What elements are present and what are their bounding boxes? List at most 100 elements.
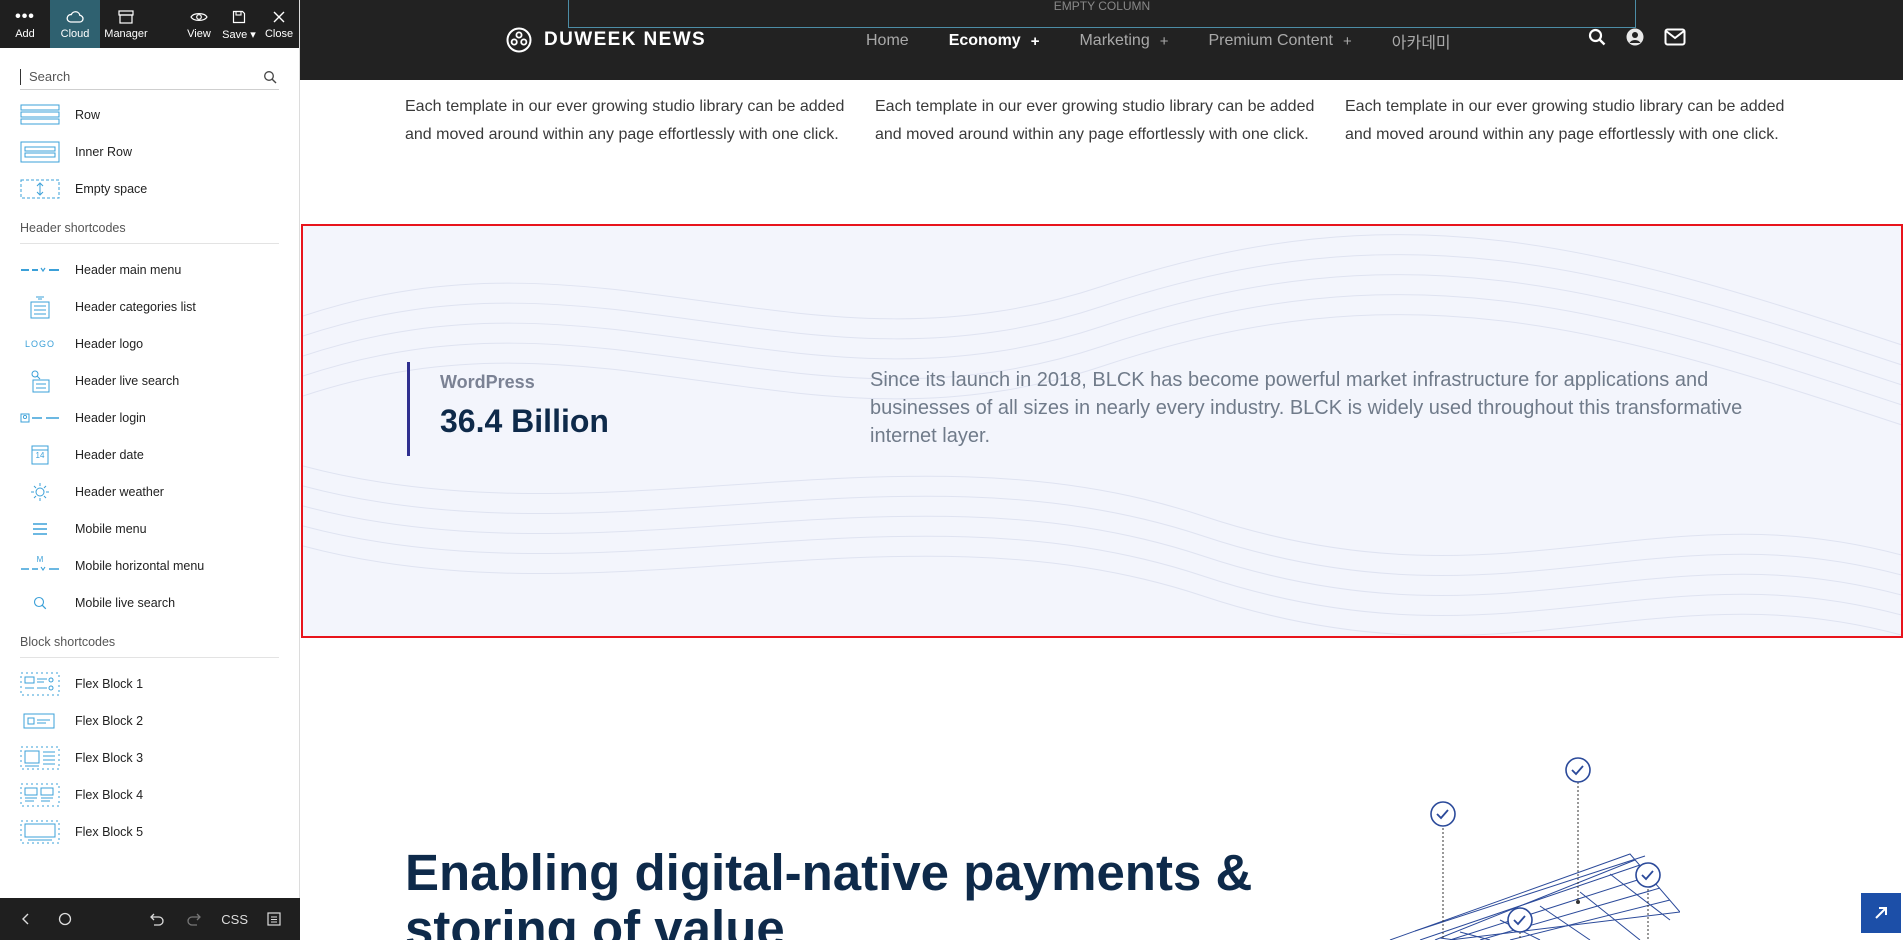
element-header-login[interactable]: Header login [20, 399, 279, 436]
element-header-main-menu[interactable]: Header main menu [20, 251, 279, 288]
column-text: Each template in our ever growing studio… [405, 98, 845, 143]
flex-block-icon [20, 782, 60, 808]
flex-block-icon [20, 745, 60, 771]
element-label: Empty space [75, 181, 148, 196]
mobile-menu-icon [20, 516, 60, 542]
header-weather-icon [20, 479, 60, 505]
nav-item-premium-content[interactable]: Premium Content + [1208, 32, 1351, 50]
flex-block-icon [20, 671, 60, 697]
plus-icon: + [1030, 32, 1040, 50]
close-button[interactable]: Close [259, 0, 299, 48]
element-label: Flex Block 4 [75, 787, 144, 802]
back-to-top-button[interactable] [1861, 893, 1901, 933]
view-button[interactable]: View [179, 0, 219, 48]
search-icon[interactable] [1588, 28, 1606, 46]
manager-icon [117, 8, 135, 26]
back-icon[interactable] [12, 905, 40, 933]
empty-space-icon [20, 176, 60, 202]
stat-label: WordPress [440, 372, 535, 392]
main-nav: Home Economy + Marketing + Premium Content… [866, 29, 1451, 53]
screen: ••• Add Cloud Manager View Save ▾ Close … [0, 0, 1903, 940]
stat-description: Since its launch in 2018, BLCK has becom… [870, 369, 1743, 447]
header-live-search-icon [20, 368, 60, 394]
element-flex-block-3[interactable]: Flex Block 3 [20, 739, 279, 776]
save-icon [232, 8, 246, 26]
nav-item-economy[interactable]: Economy + [949, 32, 1040, 50]
search-icon[interactable] [261, 68, 279, 86]
nav-item-academy[interactable]: 아카데미 [1392, 29, 1451, 53]
close-icon [272, 8, 286, 26]
circle-icon[interactable] [51, 905, 79, 933]
element-label: Header weather [75, 484, 164, 499]
element-flex-block-4[interactable]: Flex Block 4 [20, 776, 279, 813]
element-label: Header login [75, 410, 146, 425]
header-logo-icon: LOGO [24, 338, 55, 349]
element-flex-block-5[interactable]: Flex Block 5 [20, 813, 279, 850]
search-input[interactable] [20, 68, 261, 85]
mobile-horizontal-menu-icon: M [20, 553, 60, 579]
flex-block-icon [20, 708, 60, 734]
site-preview: EMPTY COLUMN DUWEEK NEWS Home Economy + M… [300, 0, 1903, 940]
css-button[interactable]: CSS [221, 905, 249, 933]
plus-icon: + [1342, 32, 1352, 50]
grid-checkmark-illustration [1389, 757, 1680, 940]
close-label: Close [264, 28, 294, 40]
element-mobile-menu[interactable]: Mobile menu [20, 510, 279, 547]
builder-sidebar: ••• Add Cloud Manager View Save ▾ Close … [0, 0, 300, 940]
save-button[interactable]: Save ▾ [219, 0, 259, 48]
header-shortcodes-heading: Header shortcodes [20, 207, 279, 244]
element-header-weather[interactable]: Header weather [20, 473, 279, 510]
selected-stats-row[interactable]: WordPress 36.4 Billion Since its launch … [301, 224, 1903, 638]
cloud-icon [66, 8, 84, 26]
logo-icon [506, 27, 532, 53]
redo-icon[interactable] [181, 905, 209, 933]
element-label: Flex Block 3 [75, 750, 144, 765]
element-list: Row Inner Row Empty space Header shortco… [0, 96, 299, 850]
site-logo[interactable]: DUWEEK NEWS [506, 27, 706, 53]
manager-button[interactable]: Manager [100, 0, 152, 48]
more-dots-icon: ••• [15, 8, 35, 25]
undo-icon[interactable] [142, 905, 170, 933]
element-row[interactable]: Row [20, 96, 279, 133]
arrow-up-right-icon [1875, 907, 1887, 919]
cloud-button[interactable]: Cloud [50, 0, 100, 48]
element-inner-row[interactable]: Inner Row [20, 133, 279, 170]
add-button[interactable]: ••• Add [0, 0, 50, 48]
element-label: Row [75, 107, 101, 122]
view-label: View [187, 28, 211, 40]
builder-toolbar: ••• Add Cloud Manager View Save ▾ Close [0, 0, 299, 48]
element-label: Header date [75, 447, 144, 462]
row-icon [20, 102, 60, 128]
eye-icon [190, 8, 208, 26]
plus-icon: + [1159, 32, 1169, 50]
nav-item-home[interactable]: Home [866, 32, 909, 50]
block-shortcodes-heading: Block shortcodes [20, 621, 279, 658]
mail-icon[interactable] [1664, 28, 1686, 46]
header-login-icon [20, 405, 60, 431]
empty-column-placeholder[interactable]: EMPTY COLUMN [568, 0, 1636, 28]
element-mobile-horizontal-menu[interactable]: M Mobile horizontal menu [20, 547, 279, 584]
element-label: Mobile horizontal menu [75, 558, 205, 573]
element-label: Header live search [75, 373, 180, 388]
template-columns: Each template in our ever growing studio… [405, 93, 1815, 149]
user-icon[interactable] [1626, 28, 1644, 46]
inner-row-icon [20, 139, 60, 165]
builder-bottom-bar: CSS [0, 898, 300, 940]
list-icon[interactable] [260, 905, 288, 933]
element-flex-block-1[interactable]: Flex Block 1 [20, 665, 279, 702]
element-label: Header logo [75, 336, 144, 351]
header-date-icon: 14 [20, 442, 60, 468]
element-header-logo[interactable]: LOGO Header logo [20, 325, 279, 362]
element-empty-space[interactable]: Empty space [20, 170, 279, 207]
stat-block: WordPress 36.4 Billion [407, 362, 609, 456]
nav-item-marketing[interactable]: Marketing + [1079, 32, 1168, 50]
header-icons [1588, 28, 1706, 46]
element-header-live-search[interactable]: Header live search [20, 362, 279, 399]
flex-block-icon [20, 819, 60, 845]
element-header-date[interactable]: 14 Header date [20, 436, 279, 473]
column-text: Each template in our ever growing studio… [875, 98, 1315, 143]
add-label: Add [15, 28, 35, 40]
element-flex-block-2[interactable]: Flex Block 2 [20, 702, 279, 739]
element-header-categories-list[interactable]: Header categories list [20, 288, 279, 325]
element-mobile-live-search[interactable]: Mobile live search [20, 584, 279, 621]
